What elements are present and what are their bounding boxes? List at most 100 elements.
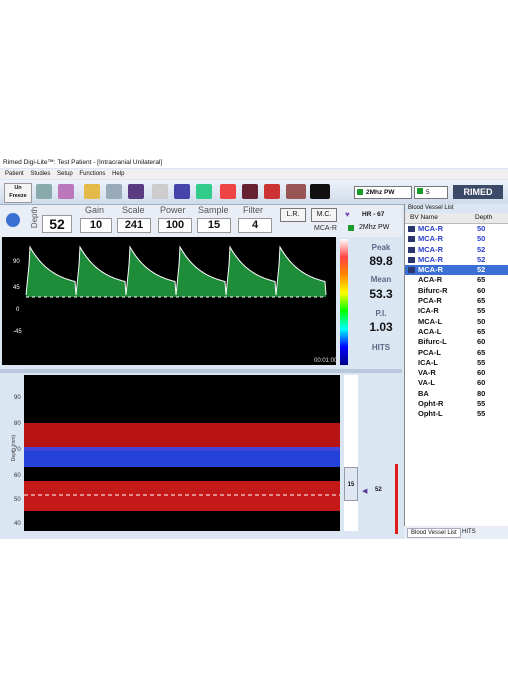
depth-label: Depth (30, 206, 40, 229)
bv-row-depth: 65 (477, 296, 486, 306)
bv-row-name: ICA-R (418, 306, 439, 316)
heart-rate: HR - 67 (362, 211, 385, 218)
bv-row[interactable]: ICA-L 55 (405, 358, 508, 368)
spectrum-graph (25, 245, 327, 298)
mmode-graph (24, 423, 340, 511)
probe-select[interactable]: 2Mhz PW (354, 186, 412, 199)
menu-studies[interactable]: Studies (30, 169, 50, 179)
doppler-spectrum[interactable] (2, 237, 336, 365)
grid-icon[interactable] (128, 184, 144, 199)
bv-row[interactable]: PCA-L 65 (405, 348, 508, 358)
flow-band (24, 423, 340, 451)
probe-label: 2Mhz PW (359, 224, 390, 231)
menu-help[interactable]: Help (112, 169, 124, 179)
gate-bar[interactable]: 15 (344, 375, 358, 531)
bv-row[interactable]: PCA-R 65 (405, 296, 508, 306)
bv-row[interactable]: MCA-L 50 (405, 317, 508, 327)
marker-icon[interactable] (220, 184, 236, 199)
peak-label: Peak (371, 243, 391, 252)
probe-color-icon (357, 189, 363, 196)
gain-select[interactable]: 5 (414, 186, 448, 199)
bv-row[interactable]: ACA-L 65 (405, 327, 508, 337)
zoom-icon[interactable] (286, 184, 306, 199)
mmode-display[interactable] (24, 375, 340, 531)
bv-tabs: Blood Vessel List HITS (404, 526, 508, 539)
spectrum-y-axis: 90 45 0 -45 (4, 243, 24, 353)
bv-row[interactable]: MCA-R 50 (405, 224, 508, 234)
bv-row-depth: 52 (477, 244, 486, 254)
report-icon[interactable] (36, 184, 52, 199)
clock-icon[interactable] (6, 213, 20, 227)
bv-row[interactable]: Opht-L 55 (405, 409, 508, 419)
bv-row-depth: 60 (477, 337, 486, 347)
bv-row-depth: 55 (477, 409, 486, 419)
bv-list: MCA-R 50 MCA-R 50 MCA-R 52 MCA-R 52 MCA-R 52 ACA-R… (405, 224, 508, 420)
bv-row-depth: 60 (477, 378, 486, 388)
bv-row-depth: 50 (477, 234, 486, 244)
notes-icon[interactable] (152, 184, 168, 199)
mtick-40: 40 (14, 521, 21, 527)
bv-row-depth: 65 (477, 347, 486, 357)
bv-row[interactable]: Bifurc-L 60 (405, 337, 508, 347)
tab-hits[interactable]: HITS (462, 529, 476, 535)
bv-row[interactable]: ACA-R 65 (405, 275, 508, 285)
tick-90: 90 (13, 259, 20, 265)
mtick-90: 90 (14, 395, 21, 401)
bv-row[interactable]: VA-L 60 (405, 378, 508, 388)
bv-row[interactable]: MCA-R 52 (405, 255, 508, 265)
folder-icon[interactable] (84, 184, 100, 199)
bv-row[interactable]: Opht-R 55 (405, 399, 508, 409)
bv-row[interactable]: ICA-R 55 (405, 306, 508, 316)
bv-row[interactable]: MCA-R 50 (405, 234, 508, 244)
unfreeze-button[interactable]: Un Freeze (4, 183, 32, 203)
scale-value[interactable]: 241 (117, 218, 151, 233)
trend-icon[interactable] (242, 184, 258, 199)
control-bar: Depth 52 Gain 10 Scale 241 Power 100 Sam… (0, 205, 402, 237)
bv-row[interactable]: MCA-R 52 (405, 245, 508, 255)
bv-row-name: VA-L (418, 378, 435, 388)
menu-functions[interactable]: Functions (79, 169, 105, 179)
sample-label: Sample (198, 205, 229, 215)
gain-value[interactable]: 10 (80, 218, 112, 233)
bv-row-name: MCA-R (418, 254, 443, 264)
hits-label[interactable]: HITS (360, 343, 402, 352)
blood-vessel-panel: Blood Vessel List BV Name Depth MCA-R 50 M… (404, 204, 508, 539)
tick-45: 45 (13, 285, 20, 291)
menu-setup[interactable]: Setup (57, 169, 73, 179)
menu-patient[interactable]: Patient (5, 169, 24, 179)
mmode-icon[interactable] (310, 184, 330, 199)
bv-row[interactable]: MCA-R 52 (405, 265, 508, 276)
filter-value[interactable]: 4 (238, 218, 272, 233)
pane-splitter[interactable] (0, 369, 402, 373)
lr-button[interactable]: L.R. (280, 208, 306, 222)
mc-button[interactable]: M.C. (311, 208, 337, 222)
bv-row[interactable]: BA 80 (405, 389, 508, 399)
bv-name-header[interactable]: BV Name (410, 213, 438, 223)
bv-row[interactable]: VA-R 60 (405, 368, 508, 378)
bv-depth-header[interactable]: Depth (475, 213, 492, 223)
bv-row-depth: 52 (477, 265, 486, 275)
bv-row-name: MCA-L (418, 316, 443, 326)
sample-value[interactable]: 15 (197, 218, 231, 233)
mtick-60: 60 (14, 473, 21, 479)
bv-row-depth: 80 (477, 388, 486, 398)
bv-row-name: VA-R (418, 368, 436, 378)
depth-value[interactable]: 52 (42, 215, 72, 233)
probe-color-icon (348, 225, 354, 231)
bv-row-name: MCA-R (418, 224, 443, 233)
bv-row-name: MCA-R (418, 234, 443, 244)
layout-icon[interactable] (174, 184, 190, 199)
tab-blood-vessel-list[interactable]: Blood Vessel List (407, 528, 461, 538)
arrow-icon[interactable] (196, 184, 212, 199)
print-icon[interactable] (106, 184, 122, 199)
bv-row[interactable]: Bifurc-R 60 (405, 286, 508, 296)
bv-row-depth: 65 (477, 326, 486, 336)
vessel-marker-icon (408, 267, 415, 274)
bv-row-depth: 50 (477, 224, 486, 233)
flow-band (24, 481, 340, 511)
patient-icon[interactable] (58, 184, 74, 199)
power-value[interactable]: 100 (158, 218, 192, 233)
pi-label: P.I. (375, 309, 387, 318)
colorbar-icon[interactable] (264, 184, 280, 199)
bv-row-depth: 55 (477, 399, 486, 409)
